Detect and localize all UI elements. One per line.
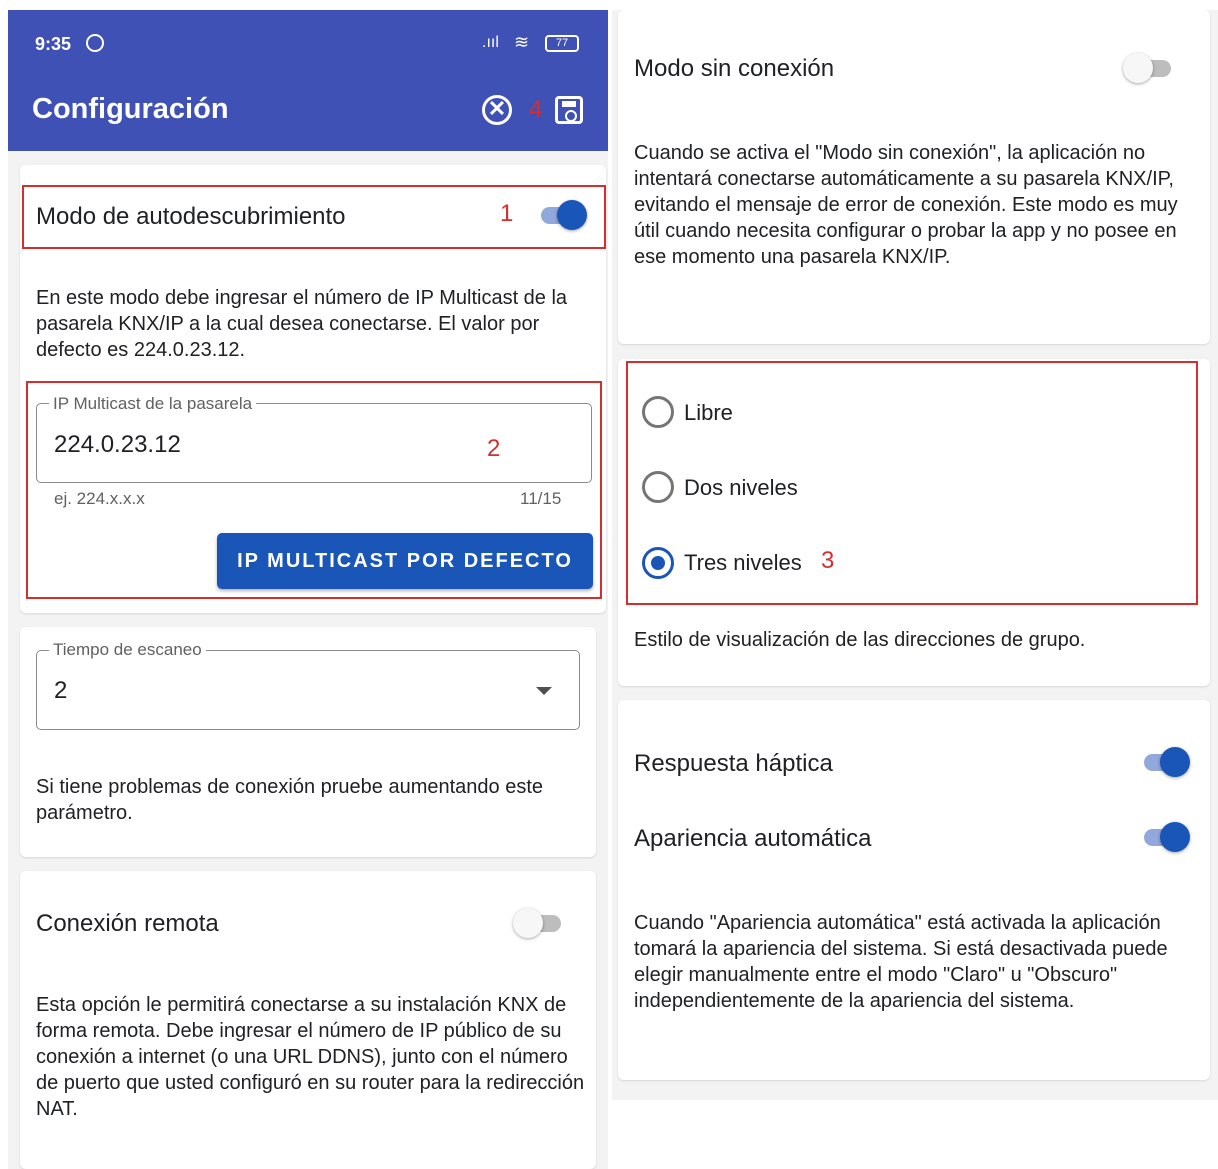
dropdown-arrow-icon[interactable] (536, 687, 552, 695)
scan-time-card: Tiempo de escaneo 2 Si tiene problemas d… (20, 627, 596, 857)
multicast-ip-value[interactable]: 224.0.23.12 (54, 431, 181, 459)
autodiscovery-switch[interactable] (537, 200, 587, 230)
save-icon[interactable] (555, 96, 583, 124)
annotation-2: 2 (487, 435, 501, 462)
radio-tres-niveles[interactable] (642, 547, 674, 579)
auto-appearance-switch[interactable] (1140, 822, 1190, 852)
annotation-3: 3 (821, 547, 835, 574)
battery-icon: 77 (545, 35, 579, 52)
offline-label: Modo sin conexión (634, 55, 835, 82)
radio-dos-niveles-label[interactable]: Dos niveles (684, 475, 798, 501)
alarm-icon (86, 34, 104, 52)
status-bar: 9:35 .ııl ≋ 77 (8, 10, 608, 65)
annotation-1: 1 (500, 200, 514, 227)
offline-card: Modo sin conexión Cuando se activa el "M… (618, 10, 1210, 344)
auto-appearance-description: Cuando "Apariencia automática" está acti… (634, 912, 1168, 1012)
scan-time-value: 2 (54, 677, 68, 704)
multicast-ip-helper: ej. 224.x.x.x (54, 489, 145, 508)
left-screen: 9:35 .ııl ≋ 77 Configuración ✕ 4 Modo de… (8, 10, 608, 1169)
appearance-card: Respuesta háptica Apariencia automática … (618, 700, 1210, 1080)
wifi-icon: ≋ (514, 32, 530, 52)
app-bar: Configuración ✕ 4 (8, 65, 608, 151)
radio-libre-label[interactable]: Libre (684, 400, 733, 426)
page-title: Configuración (32, 93, 229, 125)
status-time: 9:35 (35, 34, 72, 54)
scan-time-field-label: Tiempo de escaneo (49, 640, 206, 660)
auto-appearance-label: Apariencia automática (634, 825, 872, 852)
annotation-4: 4 (529, 96, 543, 123)
remote-label: Conexión remota (36, 910, 219, 937)
signal-icon: .ııl (482, 34, 499, 51)
remote-card: Conexión remota Esta opción le permitirá… (20, 871, 596, 1169)
autodiscovery-label: Modo de autodescubrimiento (36, 203, 346, 230)
radio-tres-niveles-label[interactable]: Tres niveles (684, 550, 802, 576)
right-screen: Modo sin conexión Cuando se activa el "M… (612, 10, 1218, 1100)
multicast-ip-field-label: IP Multicast de la pasarela (49, 394, 257, 414)
group-style-card: Libre Dos niveles Tres niveles 3 Estilo … (618, 359, 1210, 686)
group-style-description: Estilo de visualización de las direccion… (634, 629, 1086, 651)
autodiscovery-description: En este modo debe ingresar el número de … (36, 287, 568, 361)
scan-time-select[interactable] (36, 650, 580, 730)
haptic-switch[interactable] (1140, 747, 1190, 777)
radio-dos-niveles[interactable] (642, 471, 674, 503)
haptic-label: Respuesta háptica (634, 750, 833, 777)
offline-switch[interactable] (1123, 53, 1173, 83)
close-circle-icon[interactable]: ✕ (482, 95, 512, 125)
offline-description: Cuando se activa el "Modo sin conexión",… (634, 142, 1178, 268)
remote-switch[interactable] (513, 908, 563, 938)
remote-description: Esta opción le permitirá conectarse a su… (36, 994, 585, 1120)
scan-time-description: Si tiene problemas de conexión pruebe au… (36, 776, 544, 824)
radio-libre[interactable] (642, 396, 674, 428)
default-multicast-button[interactable]: IP MULTICAST POR DEFECTO (217, 533, 593, 589)
autodiscovery-card: Modo de autodescubrimiento 1 En este mod… (20, 165, 606, 613)
multicast-ip-counter: 11/15 (520, 489, 562, 508)
